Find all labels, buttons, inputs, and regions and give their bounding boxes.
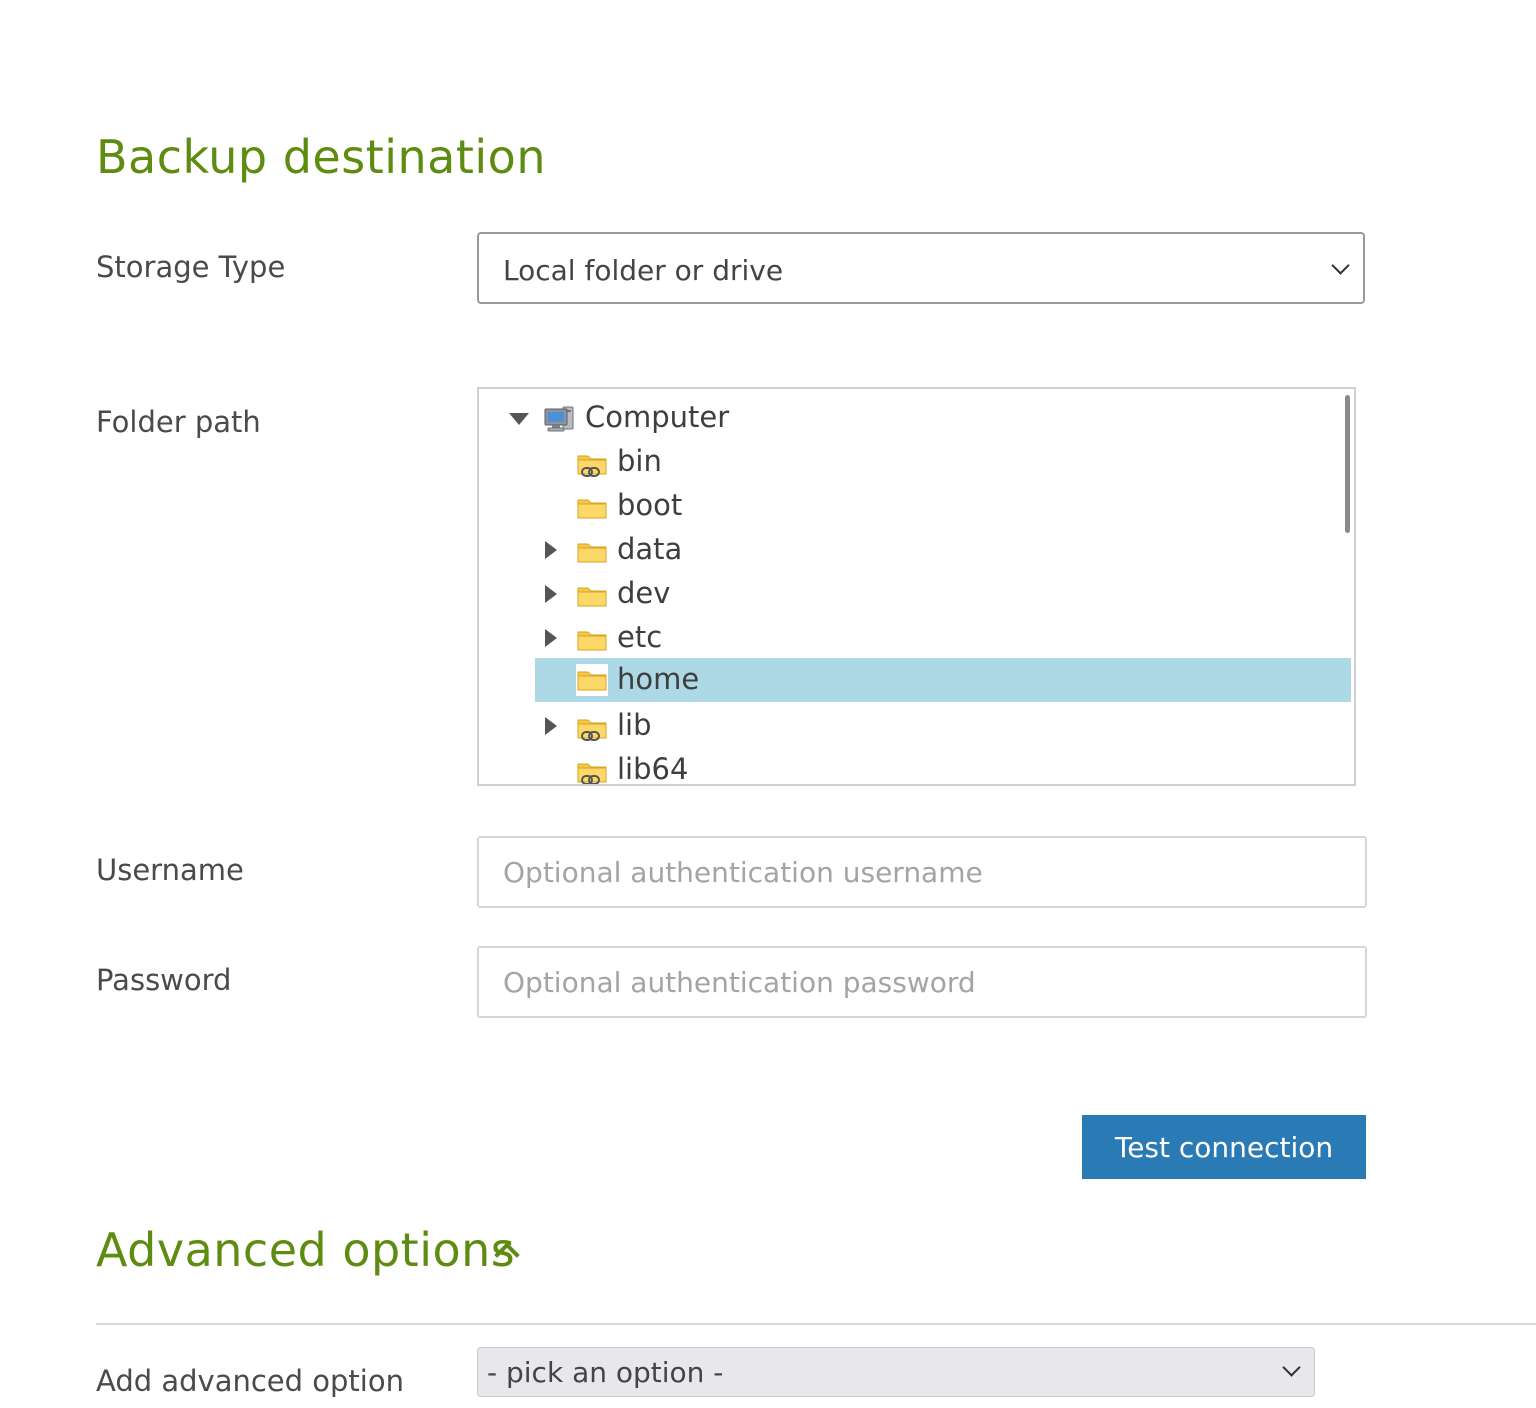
folder-icon bbox=[577, 631, 607, 651]
tree-node-label: boot bbox=[617, 488, 683, 522]
expand-arrow-icon[interactable] bbox=[545, 717, 557, 735]
add-advanced-option-label: Add advanced option bbox=[96, 1364, 404, 1398]
tree-node-home[interactable]: home bbox=[479, 658, 1354, 702]
folder-path-label: Folder path bbox=[96, 405, 261, 439]
folder-link-icon bbox=[577, 719, 607, 741]
tree-node-lib64[interactable]: lib64 bbox=[479, 748, 1354, 786]
advanced-option-value: - pick an option - bbox=[487, 1356, 724, 1389]
password-input[interactable] bbox=[477, 946, 1367, 1018]
password-label: Password bbox=[96, 963, 232, 997]
expand-arrow-icon[interactable] bbox=[545, 629, 557, 647]
tree-node-label: lib bbox=[617, 708, 652, 742]
folder-link-icon bbox=[577, 455, 607, 477]
expand-arrow-icon[interactable] bbox=[545, 541, 557, 559]
tree-node-label: etc bbox=[617, 620, 663, 654]
tree-node-label: Computer bbox=[585, 400, 730, 434]
expand-arrow-icon[interactable] bbox=[545, 585, 557, 603]
storage-type-value: Local folder or drive bbox=[503, 254, 784, 287]
divider bbox=[96, 1323, 1536, 1325]
tree-node-label: home bbox=[617, 662, 700, 696]
folder-link-icon bbox=[577, 763, 607, 784]
collapse-arrow-icon[interactable] bbox=[509, 413, 529, 425]
username-input[interactable] bbox=[477, 836, 1367, 908]
tree-node-label: dev bbox=[617, 576, 671, 610]
computer-icon bbox=[544, 406, 574, 432]
backup-destination-page: Backup destination Storage Type Local fo… bbox=[0, 0, 1536, 1408]
tree-node-computer[interactable]: Computer bbox=[479, 396, 1354, 440]
username-label: Username bbox=[96, 853, 244, 887]
chevron-down-icon bbox=[1282, 1358, 1301, 1377]
chevron-down-icon bbox=[1331, 256, 1350, 275]
tree-scrollbar[interactable] bbox=[1345, 395, 1350, 533]
folder-icon bbox=[577, 499, 607, 519]
test-connection-button[interactable]: Test connection bbox=[1082, 1115, 1366, 1179]
folder-tree[interactable]: Computer bin boot data dev etc home lib … bbox=[477, 387, 1356, 786]
tree-node-boot[interactable]: boot bbox=[479, 484, 1354, 528]
storage-type-select[interactable]: Local folder or drive bbox=[477, 232, 1365, 304]
tree-node-bin[interactable]: bin bbox=[479, 440, 1354, 484]
tree-node-label: lib64 bbox=[617, 752, 689, 786]
storage-type-label: Storage Type bbox=[96, 250, 286, 284]
section-title-advanced-options[interactable]: Advanced options bbox=[96, 1223, 515, 1277]
tree-node-dev[interactable]: dev bbox=[479, 572, 1354, 616]
tree-node-data[interactable]: data bbox=[479, 528, 1354, 572]
section-title-backup-destination: Backup destination bbox=[96, 130, 546, 184]
folder-icon bbox=[577, 587, 607, 607]
tree-node-lib[interactable]: lib bbox=[479, 704, 1354, 748]
tree-node-label: data bbox=[617, 532, 683, 566]
advanced-option-select[interactable]: - pick an option - bbox=[477, 1347, 1315, 1397]
folder-icon bbox=[576, 664, 608, 696]
tree-node-label: bin bbox=[617, 444, 662, 478]
tree-node-etc[interactable]: etc bbox=[479, 616, 1354, 660]
folder-icon bbox=[577, 543, 607, 563]
